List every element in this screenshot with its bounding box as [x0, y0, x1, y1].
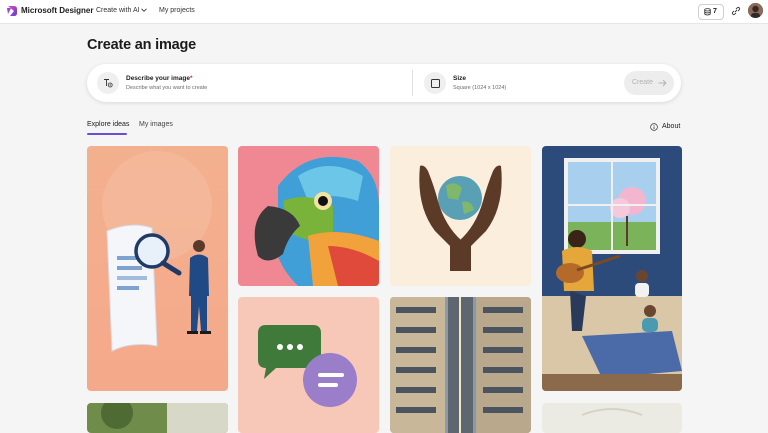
create-button[interactable]: Create — [624, 71, 674, 95]
arrow-right-icon — [658, 79, 667, 87]
tab-selected-indicator — [87, 133, 127, 135]
gallery-image-hands-globe[interactable] — [390, 146, 531, 286]
gallery-image-chat-bubbles[interactable] — [238, 297, 379, 433]
create-label: Create — [632, 79, 654, 86]
gallery-image-aerial-city[interactable] — [390, 297, 531, 433]
tab-explore-ideas[interactable]: Explore ideas — [87, 121, 129, 128]
describe-input[interactable] — [126, 85, 356, 91]
page-title: Create an image — [87, 37, 197, 53]
top-bar: Microsoft Designer Create with AI My pro… — [0, 0, 768, 24]
describe-label: Describe your image* — [126, 75, 192, 82]
text-prompt-icon — [97, 72, 119, 94]
coin-stack-icon — [704, 8, 711, 16]
size-value[interactable]: Square (1024 x 1024) — [453, 85, 506, 91]
chevron-down-icon[interactable] — [140, 6, 148, 14]
user-avatar[interactable] — [748, 3, 763, 18]
prompt-card: Describe your image* Size Square (1024 x… — [87, 64, 681, 102]
divider — [412, 70, 413, 96]
tab-my-images[interactable]: My images — [139, 121, 173, 128]
nav-create-with-ai[interactable]: Create with AI — [96, 7, 140, 14]
gallery-image-magnifier-person[interactable] — [87, 146, 228, 391]
about-link[interactable]: About — [662, 123, 680, 130]
gallery-image-nature[interactable] — [87, 403, 228, 433]
info-icon[interactable] — [650, 123, 658, 131]
describe-label-text: Describe your image — [126, 75, 190, 82]
brand-name[interactable]: Microsoft Designer — [21, 6, 93, 15]
required-mark: * — [189, 75, 193, 82]
size-selector-icon[interactable] — [424, 72, 446, 94]
gallery-image-light-pattern[interactable] — [542, 403, 682, 433]
share-link-icon[interactable] — [731, 6, 741, 16]
size-label[interactable]: Size — [453, 75, 466, 82]
gallery-image-guitar-player[interactable] — [542, 146, 682, 391]
credits-button[interactable]: 7 — [698, 4, 724, 20]
credits-count: 7 — [713, 8, 717, 15]
nav-my-projects[interactable]: My projects — [159, 7, 195, 14]
gallery-image-parrot[interactable] — [238, 146, 379, 286]
designer-logo-icon[interactable] — [6, 5, 18, 17]
